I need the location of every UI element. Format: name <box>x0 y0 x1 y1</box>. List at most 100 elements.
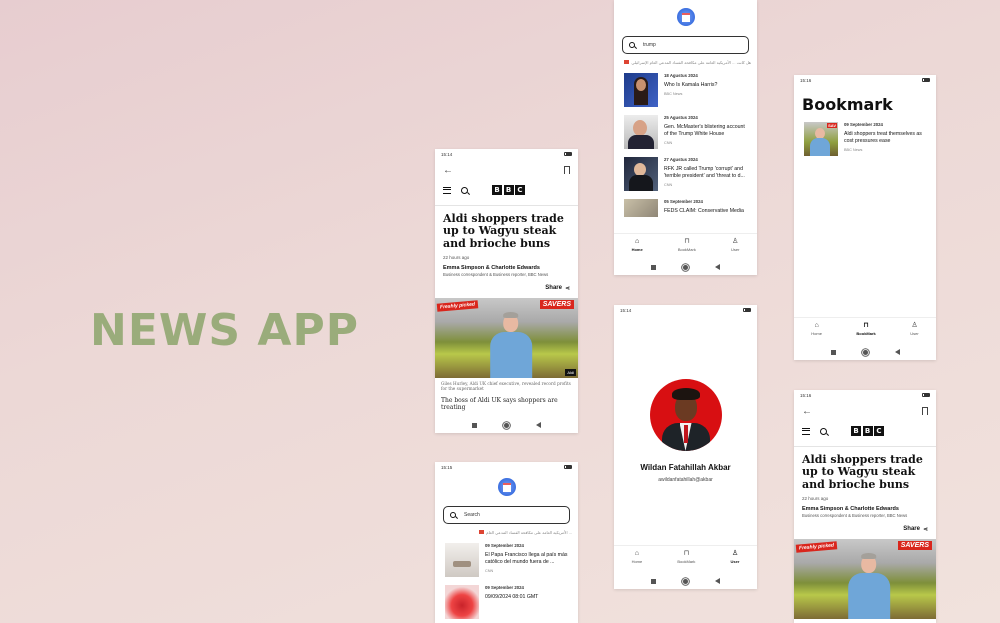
user-screen: 15:14 Wildan Fatahillah Akbar awildanfat… <box>614 305 757 589</box>
article-authors: Emma Simpson & Charlotte Edwards <box>443 264 540 271</box>
tab-bookmark[interactable]: ⊓ BookMark <box>677 550 695 564</box>
page-title: Bookmark <box>802 95 893 114</box>
share-button[interactable]: Share ⋖ <box>794 518 936 533</box>
article-photo: Freshly picked SAVERS Aldi <box>435 297 578 378</box>
status-bar: 15:15 <box>435 462 578 472</box>
article-lead: The boss of Aldi UK says shoppers are tr… <box>441 397 558 412</box>
status-icons <box>743 307 751 313</box>
status-time: 15:14 <box>441 151 453 157</box>
list-item[interactable]: 18 Agustus 2024 Who Is Kamala Harris? BB… <box>614 65 757 107</box>
article-screen-2: 15:16 ← B B C Aldi shoppers trade up to … <box>794 390 936 623</box>
battery-icon <box>922 392 930 397</box>
list-item[interactable]: 25 Agustus 2024 Gen. McMaster's blisteri… <box>614 107 757 149</box>
list-item[interactable]: SAV 09 September 2024 Aldi shoppers trea… <box>794 114 936 156</box>
status-icons <box>564 151 572 157</box>
status-icons <box>922 392 930 398</box>
status-bar: 15:14 <box>435 149 578 159</box>
tab-home[interactable]: ⌂ Home <box>811 322 822 336</box>
bottom-tab-bar: ⌂ Home ⊓ BookMark ♙ User <box>614 545 757 567</box>
home-circle-icon[interactable] <box>682 577 689 585</box>
article-authors: Emma Simpson & Charlotte Edwards <box>802 505 899 512</box>
tab-user[interactable]: ♙ User <box>731 550 740 564</box>
tab-home[interactable]: ⌂ Home <box>632 238 643 252</box>
tab-user[interactable]: ♙ User <box>731 238 739 252</box>
home-circle-icon[interactable] <box>682 263 689 271</box>
news-ticker: هل كانت ... الأمريكية العامة على مكافحة … <box>614 54 757 65</box>
back-arrow-icon[interactable]: ← <box>802 406 812 417</box>
news-thumbnail <box>624 199 658 217</box>
app-logo-icon <box>497 478 516 496</box>
app-logo-icon <box>676 8 695 26</box>
menu-icon[interactable] <box>443 186 451 194</box>
status-icons <box>922 77 930 83</box>
back-arrow-icon[interactable]: ← <box>443 165 453 176</box>
user-icon: ♙ <box>911 321 918 329</box>
article-photo: Freshly picked SAVERS <box>794 538 936 619</box>
search-input[interactable]: trump <box>622 36 749 54</box>
back-triangle-icon[interactable] <box>715 264 720 270</box>
article-time: 22 hours ago <box>443 254 470 260</box>
search-screen: 15:15 Search ... الأمريكية العامة على مك… <box>435 462 578 623</box>
recents-icon[interactable] <box>651 578 656 584</box>
tab-home[interactable]: ⌂ Home <box>632 550 643 564</box>
bookmark-icon[interactable] <box>922 407 928 418</box>
battery-icon <box>743 307 751 312</box>
tab-user[interactable]: ♙ User <box>910 322 918 336</box>
recents-icon[interactable] <box>472 422 477 428</box>
back-triangle-icon[interactable] <box>715 578 720 584</box>
tab-bookmark[interactable]: ⊓ BookMark <box>856 322 875 336</box>
battery-icon <box>564 464 572 469</box>
status-time: 15:14 <box>620 307 632 313</box>
user-email: awildanfatahillah@akbar <box>658 477 713 483</box>
list-item[interactable]: 09 September 2024 El Papa Francisco lleg… <box>435 535 578 577</box>
news-thumbnail <box>445 543 479 577</box>
back-triangle-icon[interactable] <box>536 422 541 428</box>
recents-icon[interactable] <box>830 349 836 355</box>
home-circle-icon[interactable] <box>861 348 869 356</box>
status-time: 15:16 <box>800 77 812 83</box>
tab-bookmark[interactable]: ⊓ BookMark <box>678 238 696 252</box>
article-screen: 15:14 ← B B C Aldi shoppers trade up to … <box>435 149 578 433</box>
avatar <box>649 379 722 451</box>
bookmark-icon: ⊓ <box>863 321 869 329</box>
status-bar: 15:16 <box>794 390 936 400</box>
news-thumbnail <box>445 585 479 619</box>
battery-icon <box>564 151 572 156</box>
news-ticker: ... الأمريكية العامة على مكافحة الفساد ا… <box>435 524 578 535</box>
search-icon[interactable] <box>820 427 827 435</box>
status-icons <box>564 464 572 470</box>
system-nav <box>794 344 936 360</box>
news-thumbnail: SAV <box>804 122 838 156</box>
system-nav <box>435 417 578 433</box>
list-item[interactable]: 09 September 2024 09/09/2024 08:01 GMT <box>435 577 578 619</box>
bookmark-icon: ⊓ <box>684 237 690 245</box>
home-icon: ⌂ <box>635 237 640 245</box>
list-item[interactable]: 05 September 2024 FEDS CLAIM: Conservati… <box>614 191 757 217</box>
article-headline: Aldi shoppers trade up to Wagyu steak an… <box>443 212 564 250</box>
status-time: 15:16 <box>800 392 812 398</box>
search-input[interactable]: Search <box>443 506 570 524</box>
user-icon: ♙ <box>732 237 739 245</box>
search-icon <box>629 42 635 48</box>
search-icon <box>450 512 456 518</box>
home-icon: ⌂ <box>634 549 640 557</box>
back-triangle-icon[interactable] <box>894 349 900 355</box>
bookmark-icon: ⊓ <box>683 549 690 557</box>
news-thumbnail <box>624 73 658 107</box>
share-button[interactable]: Share ⋖ <box>435 277 578 292</box>
user-name: Wildan Fatahillah Akbar <box>640 463 731 472</box>
bbc-logo: B B C <box>492 185 525 195</box>
bottom-tab-bar: ⌂ Home ⊓ BookMark ♙ User <box>614 233 757 255</box>
photo-caption: Giles Hurley, Aldi UK chief executive, r… <box>441 380 571 392</box>
menu-icon[interactable] <box>802 427 810 435</box>
list-item[interactable]: 27 Agustus 2024 RFK JR called Trump 'cor… <box>614 149 757 191</box>
bookmark-screen: 15:16 Bookmark SAV 09 September 2024 Ald… <box>794 75 936 360</box>
bbc-logo: B B C <box>851 426 884 436</box>
bookmark-icon[interactable] <box>564 166 570 177</box>
recents-icon[interactable] <box>651 264 656 270</box>
home-circle-icon[interactable] <box>503 421 510 429</box>
article-time: 22 hours ago <box>802 495 829 501</box>
system-nav <box>614 573 757 589</box>
app-title: NEWS APP <box>90 305 359 356</box>
search-icon[interactable] <box>461 186 468 194</box>
